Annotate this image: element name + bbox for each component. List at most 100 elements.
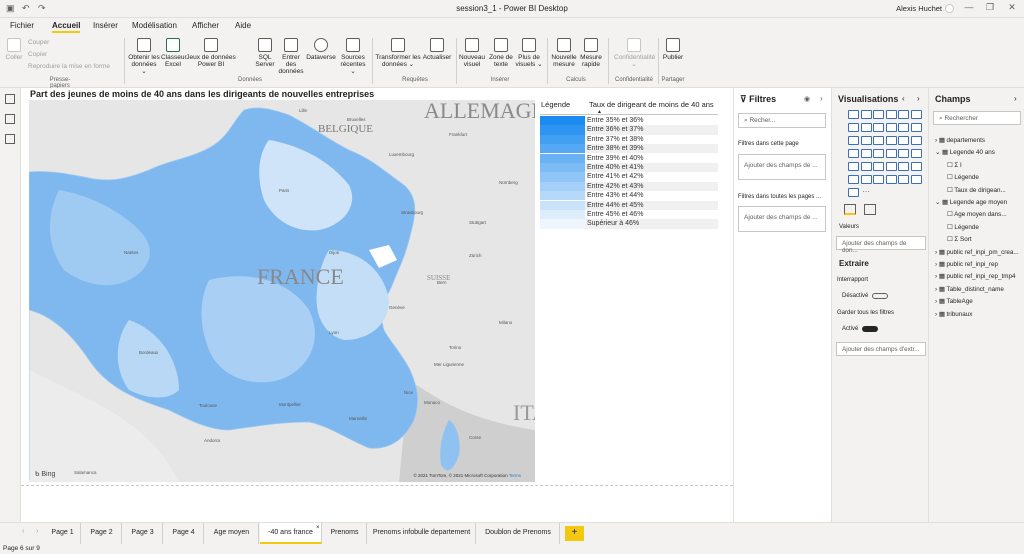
treemap-icon[interactable] [910, 136, 922, 145]
menu-modelisation[interactable]: Modélisation [132, 21, 177, 30]
chevron-left-icon[interactable]: ‹ [902, 94, 905, 103]
tab-age-moyen[interactable]: Age moyen [205, 523, 259, 544]
field-table[interactable]: › ▦ public ref_inpi_rep [935, 261, 998, 268]
legend-row[interactable]: Entre 41% et 42% [540, 172, 718, 182]
values-drop[interactable]: Ajouter des champs de don... [836, 236, 926, 254]
legend-row[interactable]: Entre 43% et 44% [540, 191, 718, 201]
close-icon[interactable]: ✕ [1003, 2, 1021, 13]
power-automate-icon[interactable] [848, 188, 859, 197]
legend-row[interactable]: Entre 37% et 38% [540, 134, 718, 145]
close-tab-icon[interactable]: × [316, 525, 320, 531]
checkbox-icon[interactable]: ☐ [947, 211, 954, 218]
field-item[interactable]: ☐ Taux de dirigean... [947, 187, 1006, 194]
column100-icon[interactable] [910, 110, 922, 119]
sql-server-button[interactable]: SQL Server [254, 38, 276, 68]
textbox-button[interactable]: Zone de texte [487, 38, 515, 68]
qa-icon[interactable] [860, 175, 872, 184]
drill-drop[interactable]: Ajouter des champs d'extr... [836, 342, 926, 356]
key-influencers-icon[interactable] [910, 162, 922, 171]
field-item[interactable]: ☐ Age moyen dans... [947, 211, 1007, 218]
legend-row[interactable]: Entre 42% et 43% [540, 181, 718, 192]
transform-data-button[interactable]: Transformer les données ⌄ [375, 38, 421, 68]
cut-button[interactable]: Couper [28, 39, 49, 46]
model-view-icon[interactable] [5, 134, 15, 144]
field-table[interactable]: › ▦ TableAge [935, 298, 973, 305]
filters-page-drop[interactable]: Ajouter des champs de ... [738, 154, 826, 180]
card-icon[interactable] [885, 149, 897, 158]
field-table[interactable]: › ▦ tribunaux [935, 311, 972, 318]
bar100-icon[interactable] [898, 110, 909, 119]
narrative-icon[interactable] [873, 175, 884, 184]
field-table[interactable]: › ▦ public ref_inpi_rep_tmp4 [935, 273, 1016, 280]
tab-doublon-prenoms[interactable]: Doublon de Prenoms [477, 523, 560, 544]
filters-all-drop[interactable]: Ajouter des champs de ... [738, 206, 826, 232]
multirow-card-icon[interactable] [898, 149, 909, 158]
tab-page-4[interactable]: Page 4 [164, 523, 204, 544]
pie-icon[interactable] [885, 136, 897, 145]
chevron-right-icon[interactable]: › [917, 94, 920, 103]
fields-tab-icon[interactable] [844, 204, 856, 215]
keep-filters-toggle[interactable] [862, 326, 878, 332]
matrix-icon[interactable] [873, 162, 884, 171]
stacked-area-icon[interactable] [873, 123, 884, 132]
line-stacked-icon[interactable] [898, 123, 909, 132]
enter-data-button[interactable]: Entrer des données [277, 38, 305, 75]
get-data-button[interactable]: Obtenir les données ⌄ [128, 38, 160, 75]
recent-sources-button[interactable]: Sources récentes ⌄ [338, 38, 368, 75]
python-icon[interactable] [898, 162, 909, 171]
power-apps-icon[interactable] [910, 175, 922, 184]
legend-row[interactable]: Entre 40% et 41% [540, 163, 718, 173]
clustered-column-icon[interactable] [885, 110, 897, 119]
area-chart-icon[interactable] [860, 123, 872, 132]
gauge-icon[interactable] [873, 149, 884, 158]
chevron-right-icon[interactable]: › [1014, 94, 1017, 103]
paginated-icon[interactable] [885, 175, 897, 184]
kpi-icon[interactable] [910, 149, 922, 158]
copy-button[interactable]: Copier [28, 51, 47, 58]
decomposition-icon[interactable] [848, 175, 859, 184]
menu-aide[interactable]: Aide [235, 21, 251, 30]
legend-row[interactable]: Supérieur à 46% [540, 219, 718, 229]
legend-row[interactable]: Entre 38% et 39% [540, 144, 718, 154]
tab-page-2[interactable]: Page 2 [82, 523, 122, 544]
line-chart-icon[interactable] [848, 123, 859, 132]
field-table[interactable]: › ▦ Table_distinct_name [935, 286, 1004, 293]
tab-page-1[interactable]: Page 1 [45, 523, 81, 544]
tab-prev-icon[interactable]: ‹ [22, 528, 24, 535]
legend-header-2[interactable]: Taux de dirigeant de moins de 40 ans [589, 100, 714, 109]
field-table[interactable]: › ▦ public ref_inpi_pm_crea... [935, 249, 1019, 256]
field-item[interactable]: ☐ Σ Sort [947, 236, 972, 243]
funnel-icon[interactable] [860, 136, 872, 145]
r-script-icon[interactable] [885, 162, 897, 171]
add-page-button[interactable]: + [565, 526, 584, 541]
tab-40-ans-france[interactable]: -40 ans france [260, 523, 322, 544]
minimize-icon[interactable]: — [960, 2, 978, 12]
field-item[interactable]: ☐ Légende [947, 174, 979, 181]
stacked-column-icon[interactable] [860, 110, 872, 119]
maximize-icon[interactable]: ❐ [981, 2, 999, 13]
line-column-icon[interactable] [885, 123, 897, 132]
tab-prenoms-infobulle[interactable]: Prenoms infobulle departement [368, 523, 476, 544]
legend-row[interactable]: Entre 44% et 45% [540, 200, 718, 210]
excel-button[interactable]: Classeur Excel [161, 38, 187, 68]
filled-map-icon[interactable] [860, 149, 872, 158]
more-visuals-icon[interactable]: ··· [861, 188, 872, 197]
legend-row[interactable]: Entre 45% et 46% [540, 210, 718, 220]
cross-report-toggle[interactable] [872, 293, 888, 299]
tab-next-icon[interactable]: › [36, 528, 38, 535]
user-name[interactable]: Alexis Huchet [896, 4, 942, 13]
format-tab-icon[interactable] [864, 204, 876, 215]
choropleth-map[interactable]: ALLEMAGN BELGIQUE FRANCE SUISSE ITA Brux… [29, 100, 535, 482]
field-table[interactable]: › ▦ departements [935, 137, 985, 144]
avatar[interactable] [945, 4, 954, 13]
fields-search-input[interactable]: ⌕ Rechercher [933, 111, 1021, 125]
field-item[interactable]: ☐ Légende [947, 224, 979, 231]
map-icon[interactable] [848, 149, 859, 158]
legend-row[interactable]: Entre 35% et 36% [540, 116, 718, 126]
legend-header-1[interactable]: Légende [541, 100, 570, 109]
menu-afficher[interactable]: Afficher [192, 21, 219, 30]
refresh-button[interactable]: Actualiser [422, 38, 452, 61]
legend-row[interactable]: Entre 36% et 37% [540, 125, 718, 135]
stacked-bar-icon[interactable] [848, 110, 859, 119]
donut-icon[interactable] [898, 136, 909, 145]
